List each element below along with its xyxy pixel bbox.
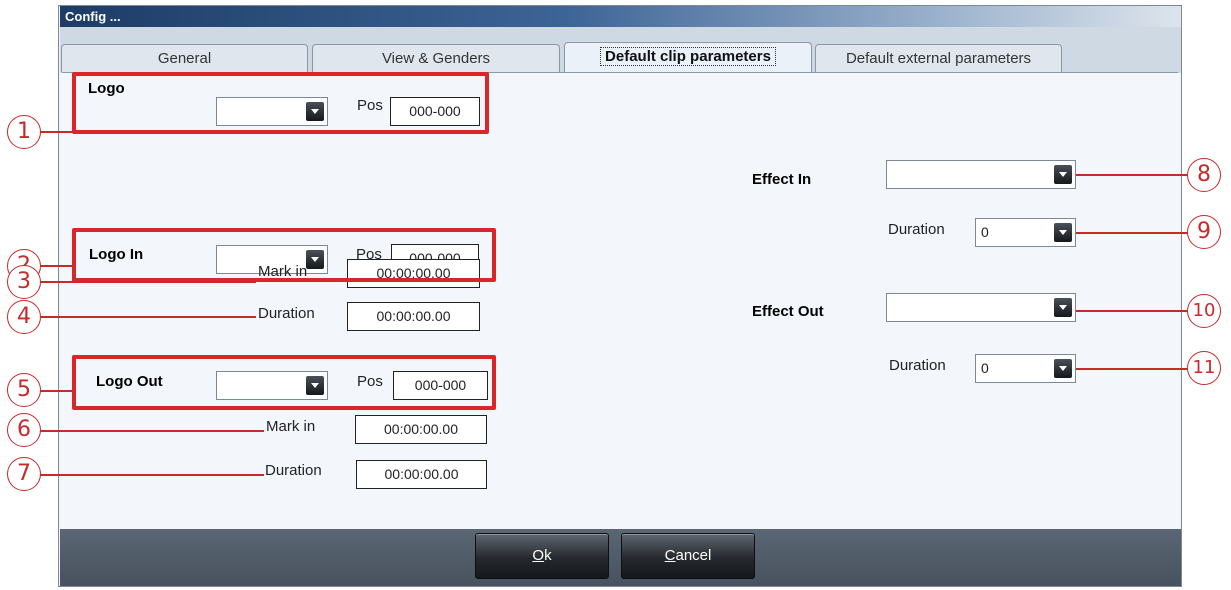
logo-out-mark-in-field[interactable]: 00:00:00.00 bbox=[355, 415, 487, 444]
tab-view-genders-label: View & Genders bbox=[381, 50, 491, 67]
callout-2-connector bbox=[38, 265, 74, 267]
effect-in-title: Effect In bbox=[752, 171, 812, 188]
logo-out-duration-label: Duration bbox=[265, 462, 322, 479]
callout-marker-11: 11 bbox=[1187, 351, 1221, 385]
tab-default-clip-parameters-label: Default clip parameters bbox=[600, 47, 776, 66]
callout-marker-1: 1 bbox=[7, 115, 41, 149]
callout-11-connector bbox=[1076, 368, 1190, 370]
logo-highlight-box bbox=[72, 72, 489, 134]
ok-button-mnemonic: O bbox=[532, 547, 545, 564]
callout-marker-5: 5 bbox=[7, 373, 41, 407]
effect-in-duration-value: 0 bbox=[981, 224, 989, 240]
callout-marker-4: 4 bbox=[7, 300, 41, 334]
cancel-button-mnemonic: C bbox=[664, 547, 676, 564]
tab-view-genders[interactable]: View & Genders bbox=[312, 44, 560, 72]
logo-out-mark-in-label: Mark in bbox=[266, 418, 316, 435]
chevron-down-icon[interactable] bbox=[1054, 298, 1072, 317]
cancel-button-label: ancel bbox=[675, 547, 712, 564]
effect-out-duration-value: 0 bbox=[981, 360, 989, 376]
chevron-down-icon[interactable] bbox=[1054, 223, 1072, 242]
cancel-button[interactable]: Cancel bbox=[621, 533, 755, 579]
effect-out-duration-combo[interactable]: 0 bbox=[975, 354, 1076, 383]
tab-default-clip-parameters[interactable]: Default clip parameters bbox=[564, 42, 812, 72]
callout-10-connector bbox=[1076, 310, 1190, 312]
ok-button-label: k bbox=[544, 547, 552, 564]
logo-in-highlight-box bbox=[72, 228, 496, 282]
tab-general-label: General bbox=[157, 50, 212, 67]
callout-marker-6: 6 bbox=[7, 413, 41, 447]
effect-out-title: Effect Out bbox=[752, 303, 824, 320]
callout-marker-9: 9 bbox=[1187, 215, 1221, 249]
callout-marker-7: 7 bbox=[7, 457, 41, 491]
window-title: Config ... bbox=[60, 6, 1181, 27]
logo-in-duration-label: Duration bbox=[258, 305, 315, 322]
chevron-down-icon[interactable] bbox=[1054, 359, 1072, 378]
callout-9-connector bbox=[1076, 232, 1190, 234]
callout-4-connector bbox=[38, 316, 256, 318]
effect-out-combo[interactable] bbox=[886, 293, 1076, 322]
callout-7-connector bbox=[38, 474, 264, 476]
ok-button[interactable]: Ok bbox=[475, 533, 609, 579]
callout-8-connector bbox=[1076, 174, 1190, 176]
callout-5-connector bbox=[38, 390, 74, 392]
tab-default-external-parameters[interactable]: Default external parameters bbox=[815, 44, 1062, 72]
effect-out-duration-label: Duration bbox=[889, 357, 946, 374]
callout-marker-3: 3 bbox=[7, 265, 41, 299]
effect-in-combo[interactable] bbox=[886, 160, 1076, 189]
callout-marker-8: 8 bbox=[1187, 158, 1221, 192]
chevron-down-icon[interactable] bbox=[1054, 165, 1072, 184]
callout-1-connector bbox=[38, 131, 74, 133]
effect-in-duration-label: Duration bbox=[888, 221, 945, 238]
tab-general[interactable]: General bbox=[61, 44, 308, 72]
logo-out-highlight-box bbox=[72, 355, 496, 410]
callout-3-connector bbox=[38, 281, 256, 283]
effect-in-duration-combo[interactable]: 0 bbox=[975, 218, 1076, 247]
logo-out-duration-field[interactable]: 00:00:00.00 bbox=[356, 460, 487, 489]
logo-in-duration-field[interactable]: 00:00:00.00 bbox=[347, 302, 480, 331]
tab-default-external-parameters-label: Default external parameters bbox=[845, 50, 1032, 67]
callout-6-connector bbox=[38, 430, 264, 432]
callout-marker-10: 10 bbox=[1187, 294, 1221, 328]
